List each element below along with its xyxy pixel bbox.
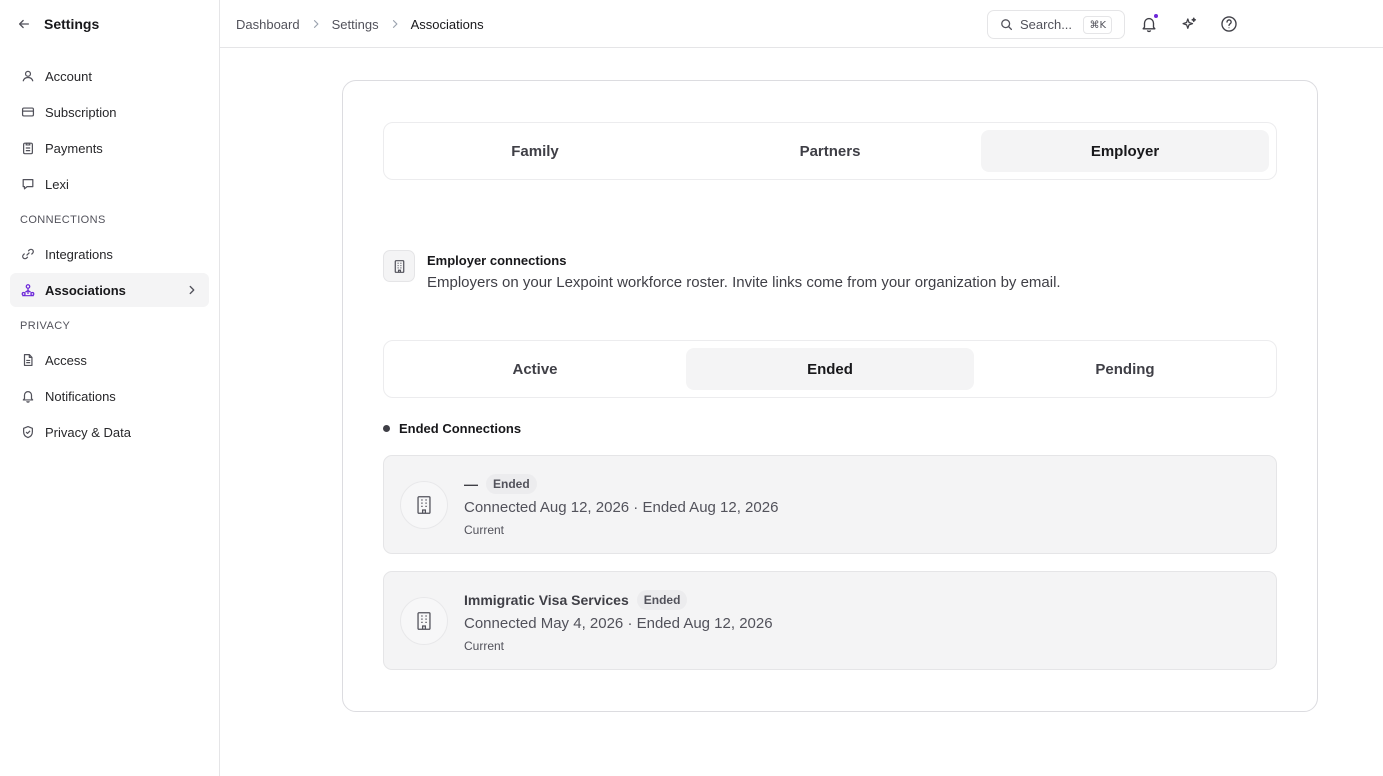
- breadcrumb-associations: Associations: [410, 16, 484, 32]
- notification-dot: [1153, 13, 1159, 19]
- sidebar-section-privacy: PRIVACY: [20, 320, 71, 332]
- connection-dates: Connected Aug 12, 2026 · Ended Aug 12, 2…: [464, 499, 779, 516]
- search-input[interactable]: Search... ⌘K: [987, 10, 1125, 39]
- tab-partners[interactable]: Partners: [686, 130, 974, 172]
- connection-name-row: — Ended: [464, 474, 537, 494]
- card-icon: [20, 105, 35, 120]
- sidebar-item-access[interactable]: Access: [10, 343, 209, 377]
- building-icon: [400, 481, 448, 529]
- tab-family[interactable]: Family: [391, 130, 679, 172]
- search-placeholder: Search...: [1020, 17, 1073, 32]
- sidebar-section-connections: CONNECTIONS: [20, 214, 106, 226]
- sidebar-item-payments[interactable]: Payments: [10, 131, 209, 165]
- sidebar-header: Settings: [0, 0, 219, 48]
- connection-dates: Connected May 4, 2026 · Ended Aug 12, 20…: [464, 615, 773, 632]
- building-icon: [400, 597, 448, 645]
- chat-icon: [20, 177, 35, 192]
- breadcrumb-dashboard[interactable]: Dashboard: [236, 17, 300, 32]
- document-icon: [20, 353, 35, 368]
- tab-employer[interactable]: Employer: [981, 130, 1269, 172]
- connection-name-row: Immigratic Visa Services Ended: [464, 590, 688, 610]
- sidebar-item-label: Notifications: [45, 388, 116, 404]
- chevron-right-icon: [310, 18, 322, 30]
- tab-pending[interactable]: Pending: [981, 348, 1269, 390]
- search-icon: [1000, 18, 1013, 31]
- association-type-tabs: Family Partners Employer: [383, 122, 1277, 180]
- tab-active[interactable]: Active: [391, 348, 679, 390]
- sidebar-item-label: Access: [45, 352, 87, 368]
- user-icon: [20, 69, 35, 84]
- list-heading: Ended Connections: [383, 421, 521, 436]
- sidebar-item-label: Integrations: [45, 246, 113, 262]
- building-icon: [383, 250, 415, 282]
- shield-icon: [20, 425, 35, 440]
- bullet-icon: [383, 425, 390, 432]
- connection-name: —: [464, 476, 478, 492]
- bell-icon: [20, 389, 35, 404]
- sidebar-item-label: Associations: [45, 282, 126, 298]
- chevron-right-icon: [389, 18, 401, 30]
- tab-ended[interactable]: Ended: [686, 348, 974, 390]
- ai-assistant-button[interactable]: [1179, 14, 1199, 34]
- section-description: Employers on your Lexpoint workforce ros…: [427, 274, 1061, 291]
- employer-intro: Employer connections Employers on your L…: [383, 249, 1277, 309]
- connection-sub: Current: [464, 523, 505, 537]
- status-tabs: Active Ended Pending: [383, 340, 1277, 398]
- search-shortcut: ⌘K: [1083, 16, 1112, 34]
- sidebar-item-notifications[interactable]: Notifications: [10, 379, 209, 413]
- connection-name: Immigratic Visa Services: [464, 592, 629, 608]
- status-badge: Ended: [636, 590, 688, 610]
- connection-sub: Current: [464, 639, 505, 653]
- sidebar-item-associations[interactable]: Associations: [10, 273, 209, 307]
- associations-card: Family Partners Employer Employer connec…: [342, 80, 1318, 712]
- breadcrumb-settings[interactable]: Settings: [332, 17, 379, 32]
- breadcrumb: Dashboard Settings Associations: [236, 0, 484, 48]
- top-bar: Dashboard Settings Associations Search..…: [220, 0, 1383, 48]
- sidebar-item-label: Account: [45, 68, 92, 84]
- sidebar-item-subscription[interactable]: Subscription: [10, 95, 209, 129]
- network-icon: [20, 283, 35, 298]
- sidebar: Settings Account Subscription Payments L…: [0, 0, 220, 776]
- sidebar-item-label: Privacy & Data: [45, 424, 131, 440]
- sidebar-item-label: Payments: [45, 140, 103, 156]
- list-heading-label: Ended Connections: [399, 421, 522, 436]
- back-arrow-icon[interactable]: [16, 16, 32, 32]
- sidebar-item-privacy-data[interactable]: Privacy & Data: [10, 415, 209, 449]
- chevron-right-icon: [185, 283, 199, 297]
- status-badge: Ended: [486, 474, 537, 494]
- link-icon: [20, 247, 35, 262]
- notifications-button[interactable]: [1139, 13, 1159, 34]
- section-title: Employer connections: [427, 253, 567, 268]
- connection-row[interactable]: — Ended Connected Aug 12, 2026 · Ended A…: [383, 455, 1277, 554]
- sidebar-item-label: Subscription: [45, 104, 117, 120]
- sidebar-item-label: Lexi: [45, 176, 69, 192]
- sidebar-item-account[interactable]: Account: [10, 59, 209, 93]
- sidebar-title: Settings: [44, 16, 100, 32]
- clipboard-icon: [20, 141, 35, 156]
- help-button[interactable]: [1219, 14, 1239, 34]
- sidebar-item-integrations[interactable]: Integrations: [10, 237, 209, 271]
- sparkles-icon: [1181, 16, 1196, 29]
- sidebar-item-lexi[interactable]: Lexi: [10, 167, 209, 201]
- connection-row[interactable]: Immigratic Visa Services Ended Connected…: [383, 571, 1277, 670]
- help-circle-icon: [1221, 16, 1237, 32]
